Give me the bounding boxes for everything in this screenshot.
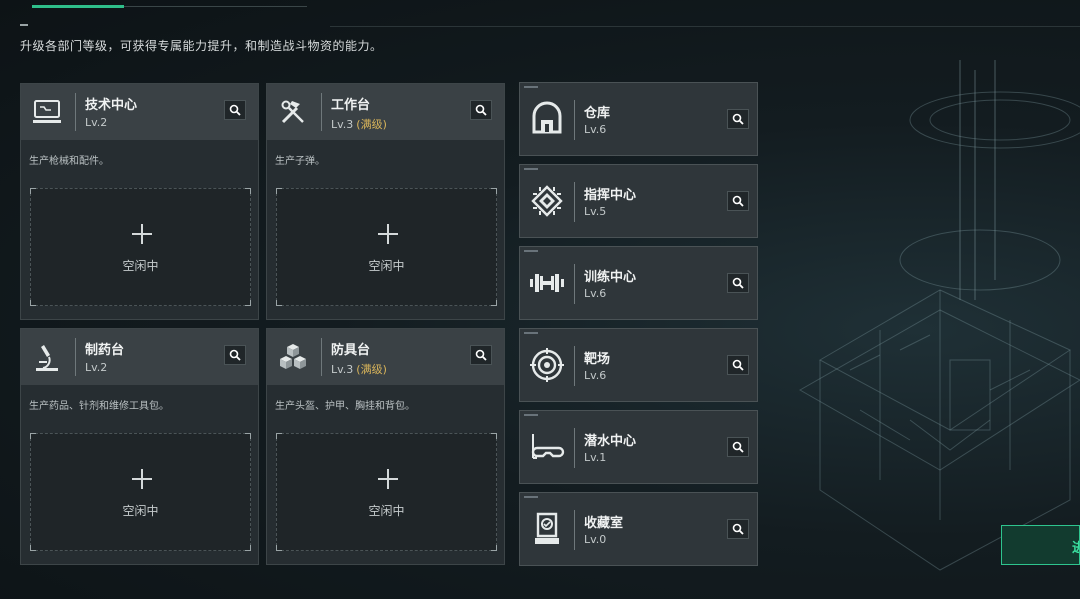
search-icon (732, 523, 744, 535)
page-description: 升级各部门等级，可获得专属能力提升，和制造战斗物资的能力。 (20, 39, 383, 53)
base-wireframe-illustration (798, 60, 1080, 571)
search-icon (229, 349, 241, 361)
header-separator (321, 338, 322, 376)
dept-description: 生产枪械和配件。 (29, 156, 109, 167)
facility-level: Lv.6 (584, 123, 607, 136)
detail-search-button[interactable] (727, 109, 749, 129)
search-icon (732, 113, 744, 125)
card-separator (574, 510, 575, 550)
dumbbell-icon (530, 274, 564, 292)
slot-status: 空闲中 (368, 259, 405, 273)
detail-search-button[interactable] (727, 519, 749, 539)
search-icon (732, 441, 744, 453)
production-slot[interactable]: 空闲中 (30, 433, 251, 551)
enter-button[interactable]: 进 (1001, 525, 1080, 565)
facility-name: 指挥中心 (584, 188, 637, 203)
dept-level: Lv.3 (满级) (331, 118, 387, 131)
dept-header: 工作台 Lv.3 (满级) (267, 84, 504, 140)
microscope-icon (36, 345, 58, 371)
detail-search-button[interactable] (470, 345, 492, 365)
dept-card-armor-bench[interactable]: 防具台 Lv.3 (满级) 生产头盔、护甲、胸挂和背包。 空闲中 (266, 328, 505, 565)
trophy-case-icon (535, 512, 559, 544)
search-icon (475, 104, 487, 116)
facility-level: Lv.6 (584, 287, 607, 300)
detail-search-button[interactable] (224, 100, 246, 120)
card-separator (574, 264, 575, 304)
dept-description: 生产头盔、护甲、胸挂和背包。 (275, 401, 415, 412)
facility-name: 潜水中心 (584, 434, 637, 449)
facility-name: 靶场 (584, 352, 611, 367)
dept-level: Lv.2 (85, 361, 108, 374)
facility-name: 训练中心 (584, 270, 637, 285)
dept-name: 防具台 (331, 343, 371, 358)
header-separator (75, 93, 76, 131)
card-separator (574, 346, 575, 386)
dept-card-tech-center[interactable]: 技术中心 Lv.2 生产枪械和配件。 空闲中 (20, 83, 259, 320)
header-divider (330, 26, 1080, 27)
dept-header: 防具台 Lv.3 (满级) (267, 329, 504, 385)
dept-level: Lv.3 (满级) (331, 363, 387, 376)
slot-status: 空闲中 (368, 504, 405, 518)
search-icon (732, 277, 744, 289)
max-level-tag: (满级) (356, 363, 387, 376)
top-nav (0, 0, 1080, 28)
facility-card-collection-room[interactable]: 收藏室 Lv.0 (519, 492, 758, 566)
facility-name: 收藏室 (584, 516, 624, 531)
facility-level: Lv.1 (584, 451, 607, 464)
facility-card-diving-center[interactable]: 潜水中心 Lv.1 (519, 410, 758, 484)
facility-card-training-center[interactable]: 训练中心 Lv.6 (519, 246, 758, 320)
production-slot[interactable]: 空闲中 (276, 188, 497, 306)
chip-icon (531, 185, 563, 217)
dept-card-workbench[interactable]: 工作台 Lv.3 (满级) 生产子弹。 空闲中 (266, 83, 505, 320)
detail-search-button[interactable] (470, 100, 492, 120)
facility-level: Lv.6 (584, 369, 607, 382)
detail-search-button[interactable] (727, 355, 749, 375)
section-marker (20, 24, 28, 26)
search-icon (732, 195, 744, 207)
warehouse-icon (532, 101, 562, 134)
production-slot[interactable]: 空闲中 (276, 433, 497, 551)
dept-name: 技术中心 (85, 98, 138, 113)
plus-icon (378, 469, 398, 489)
dept-name: 制药台 (85, 343, 125, 358)
diving-mask-icon (531, 434, 565, 459)
plus-icon (378, 224, 398, 244)
facility-card-command-center[interactable]: 指挥中心 Lv.5 (519, 164, 758, 238)
dept-description: 生产子弹。 (275, 156, 325, 167)
tools-icon (281, 100, 304, 124)
facility-name: 仓库 (584, 106, 611, 121)
target-icon (530, 348, 564, 382)
plus-icon (132, 469, 152, 489)
dept-name: 工作台 (331, 98, 371, 113)
card-separator (574, 428, 575, 468)
slot-status: 空闲中 (122, 259, 159, 273)
detail-search-button[interactable] (727, 437, 749, 457)
search-icon (732, 359, 744, 371)
card-separator (574, 182, 575, 222)
detail-search-button[interactable] (727, 273, 749, 293)
facility-card-warehouse[interactable]: 仓库 Lv.6 (519, 82, 758, 156)
dept-header: 技术中心 Lv.2 (21, 84, 258, 140)
header-separator (75, 338, 76, 376)
facility-level: Lv.0 (584, 533, 607, 546)
facility-card-shooting-range[interactable]: 靶场 Lv.6 (519, 328, 758, 402)
search-icon (475, 349, 487, 361)
plus-icon (132, 224, 152, 244)
max-level-tag: (满级) (356, 118, 387, 131)
computer-icon (33, 100, 61, 123)
detail-search-button[interactable] (727, 191, 749, 211)
dept-header: 制药台 Lv.2 (21, 329, 258, 385)
search-icon (229, 104, 241, 116)
detail-search-button[interactable] (224, 345, 246, 365)
slot-status: 空闲中 (122, 504, 159, 518)
production-slot[interactable]: 空闲中 (30, 188, 251, 306)
facility-level: Lv.5 (584, 205, 607, 218)
boxes-icon (280, 344, 306, 369)
dept-level: Lv.2 (85, 116, 108, 129)
dept-description: 生产药品、针剂和维修工具包。 (29, 401, 169, 412)
card-separator (574, 100, 575, 140)
header-separator (321, 93, 322, 131)
dept-card-pharmacy[interactable]: 制药台 Lv.2 生产药品、针剂和维修工具包。 空闲中 (20, 328, 259, 565)
active-tab-indicator (32, 5, 124, 8)
